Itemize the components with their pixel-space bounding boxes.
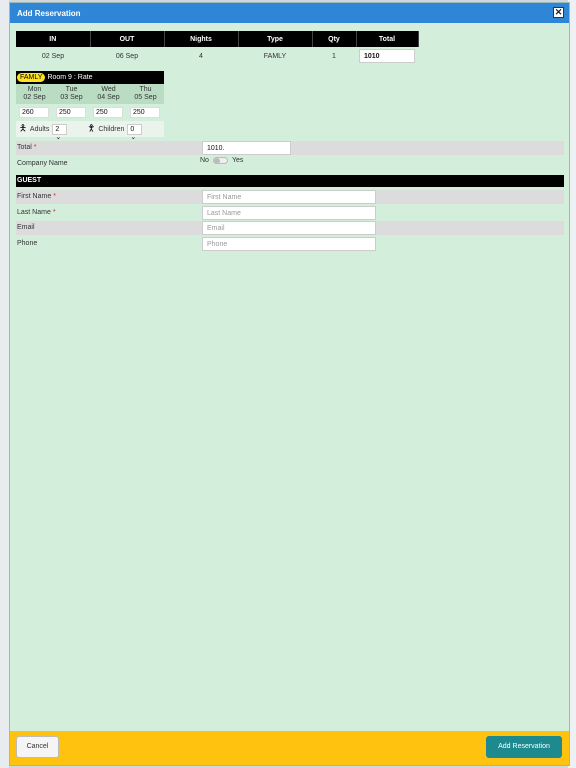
check-out-date: 06 Sep: [115, 52, 139, 60]
summary-total-field[interactable]: 1010: [359, 49, 415, 63]
room-type: FAMLY: [263, 52, 287, 60]
chevron-down-icon: ⌄: [130, 133, 137, 141]
col-header-qty: Qty: [312, 31, 357, 47]
last-name-row: Last Name * Last Name: [16, 206, 564, 220]
company-name-label: Company Name: [17, 160, 68, 167]
first-name-row: First Name * First Name: [16, 190, 564, 204]
email-label: Email: [17, 224, 35, 231]
phone-label: Phone: [17, 240, 38, 247]
children-value: 0: [130, 125, 135, 133]
col-header-type: Type: [238, 31, 313, 47]
summary-row: 02 Sep 06 Sep 4 FAMLY 1 1010: [16, 47, 418, 65]
rate-input-mon[interactable]: 260: [19, 107, 49, 118]
occupancy-row: 🯅 Adults 2 ⌄ 🯆 Children 0 ⌄: [16, 121, 164, 141]
children-select[interactable]: 0 ⌄: [127, 123, 143, 141]
adult-person-icon: 🯅: [19, 123, 27, 133]
required-mark: *: [33, 144, 37, 151]
check-in-date: 02 Sep: [41, 52, 65, 60]
day-date: 03 Sep: [60, 94, 83, 101]
rate-input-thu[interactable]: 250: [130, 107, 160, 118]
total-amount-input[interactable]: 1010.: [202, 141, 291, 155]
day-of-week: Tue: [65, 86, 78, 93]
adults-label: Adults: [29, 125, 50, 133]
last-name-input[interactable]: Last Name: [202, 206, 376, 220]
rate-day: Tue 03 Sep: [53, 86, 90, 104]
rate-days-row: Mon 02 Sep Tue 03 Sep Wed 04 Sep Thu 05 Sep: [16, 84, 164, 104]
nights-count: 4: [199, 52, 203, 60]
rate-input-tue[interactable]: 250: [56, 107, 86, 118]
company-toggle[interactable]: [212, 157, 228, 164]
col-header-total: Total: [356, 31, 419, 47]
room-type-badge: FAMLY: [17, 73, 46, 82]
rate-day: Thu 05 Sep: [127, 86, 164, 104]
toggle-yes-label: Yes: [231, 157, 244, 164]
day-date: 02 Sep: [23, 94, 46, 101]
room-rate-label: Room 9 : Rate: [47, 74, 93, 81]
close-icon: ✕: [554, 7, 563, 17]
total-label: Total: [17, 144, 32, 151]
toggle-no-label: No: [200, 157, 209, 164]
required-mark: *: [53, 193, 56, 200]
phone-input[interactable]: Phone: [202, 237, 376, 251]
dialog-footer: Cancel Add Reservation: [10, 731, 569, 765]
day-date: 04 Sep: [97, 94, 120, 101]
background-app-strip: [0, 0, 9, 768]
room-rate-panel: FAMLY Room 9 : Rate Mon 02 Sep Tue 03 Sep …: [16, 71, 164, 141]
day-date: 05 Sep: [134, 94, 157, 101]
cancel-button[interactable]: Cancel: [16, 736, 59, 758]
dialog-title: Add Reservation: [17, 9, 81, 18]
total-row: Total * 1010.: [16, 141, 564, 155]
chevron-down-icon: ⌄: [55, 133, 62, 141]
rate-day: Wed 04 Sep: [90, 86, 127, 104]
add-reservation-dialog: Add Reservation ✕ IN OUT Nights Type Qty…: [9, 2, 570, 766]
rate-inputs-row: 260 250 250 250: [16, 104, 164, 121]
guest-section-header: GUEST: [16, 175, 564, 187]
required-mark: *: [52, 209, 56, 216]
toggle-knob: [213, 158, 220, 164]
rate-panel-header: FAMLY Room 9 : Rate: [16, 71, 164, 84]
children-label: Children: [98, 125, 125, 133]
email-row: Email Email: [16, 221, 564, 235]
col-header-nights: Nights: [164, 31, 239, 47]
child-person-icon: 🯆: [87, 123, 96, 133]
rate-input-wed[interactable]: 250: [93, 107, 123, 118]
phone-row: Phone Phone: [16, 237, 564, 251]
dialog-header: Add Reservation ✕: [10, 3, 569, 23]
adults-select[interactable]: 2 ⌄: [52, 123, 68, 141]
day-of-week: Thu: [139, 86, 152, 93]
reservation-summary: IN OUT Nights Type Qty Total 02 Sep 06 S…: [16, 31, 419, 65]
company-toggle-group: No Yes: [200, 157, 243, 164]
room-qty: 1: [332, 52, 336, 60]
last-name-label: Last Name: [17, 209, 51, 216]
close-button[interactable]: ✕: [553, 7, 564, 18]
company-row: Company Name No Yes: [16, 157, 564, 171]
first-name-label: First Name: [17, 193, 52, 200]
day-of-week: Mon: [27, 86, 42, 93]
col-header-out: OUT: [90, 31, 165, 47]
col-header-in: IN: [16, 31, 91, 47]
rate-day: Mon 02 Sep: [16, 86, 53, 104]
first-name-input[interactable]: First Name: [202, 190, 376, 204]
day-of-week: Wed: [101, 86, 116, 93]
adults-value: 2: [55, 125, 60, 133]
add-reservation-button[interactable]: Add Reservation: [486, 736, 562, 758]
email-input[interactable]: Email: [202, 221, 376, 235]
